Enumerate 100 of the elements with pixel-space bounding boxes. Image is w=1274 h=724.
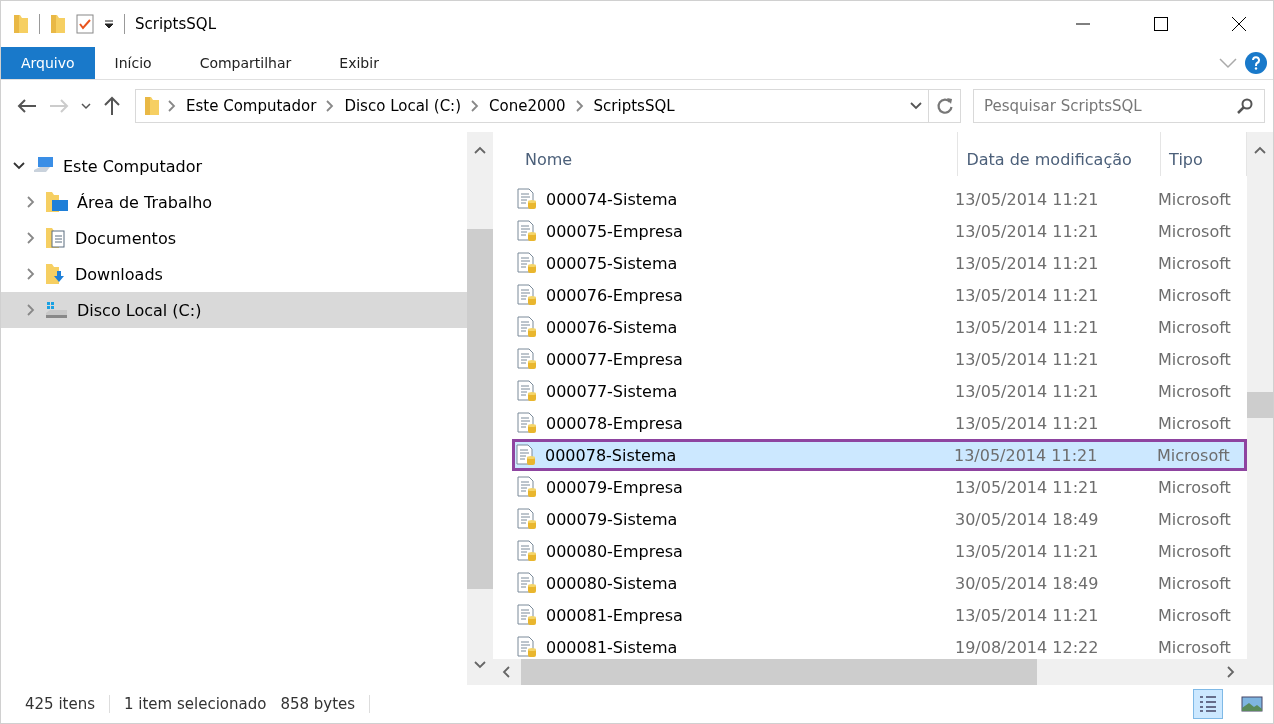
type-cell-text: Microsoft: [1158, 189, 1232, 209]
scrollbar-thumb[interactable]: [467, 228, 493, 589]
folder-icon: [50, 14, 66, 34]
date-cell-text: 13/05/2014 11:21: [955, 253, 1100, 273]
forward-arrow-icon: [49, 98, 69, 114]
date-cell-text: 13/05/2014 11:21: [955, 541, 1100, 561]
selection-count: 1 item selecionado: [124, 695, 267, 713]
nav-tree-item[interactable]: Downloads: [1, 256, 467, 292]
file-row[interactable]: 000081-Empresa 13/05/2014 11:21 Microsoft: [513, 599, 1247, 631]
breadcrumb-link[interactable]: Cone2000: [487, 97, 568, 115]
date-cell-text: 19/08/2014 12:22: [955, 637, 1100, 657]
file-row[interactable]: 000078-Sistema 13/05/2014 11:21 Microsoft: [512, 439, 1247, 471]
date-cell-text: 13/05/2014 11:21: [955, 381, 1100, 401]
details-list-icon: [1198, 695, 1218, 713]
file-name: 000078-Sistema: [545, 445, 677, 465]
type-cell-text: Microsoft: [1158, 509, 1232, 529]
dropdown-arrow-icon[interactable]: [104, 20, 114, 28]
date-cell-text: 13/05/2014 11:21: [955, 221, 1100, 241]
nav-scrollbar[interactable]: [467, 132, 493, 685]
checklist-icon[interactable]: [76, 14, 94, 34]
date-cell-text: 13/05/2014 11:21: [955, 189, 1100, 209]
file-name: 000079-Empresa: [546, 477, 683, 497]
breadcrumb-chevron-icon[interactable]: [469, 100, 481, 112]
list-scrollbar[interactable]: [1247, 132, 1273, 659]
expand-chevron-icon[interactable]: [13, 160, 25, 172]
file-name: 000076-Empresa: [546, 285, 683, 305]
scroll-right-icon[interactable]: [1225, 665, 1237, 678]
horizontal-scrollbar[interactable]: [493, 659, 1273, 685]
file-name: 000075-Sistema: [546, 253, 678, 273]
date-cell-text: 13/05/2014 11:21: [955, 605, 1100, 625]
dropdown-chevron-icon[interactable]: [910, 100, 922, 112]
scrollbar-thumb[interactable]: [521, 659, 1037, 685]
scroll-left-icon[interactable]: [501, 665, 513, 678]
file-row[interactable]: 000077-Empresa 13/05/2014 11:21 Microsoft: [513, 343, 1247, 375]
window-title: ScriptsSQL: [135, 15, 216, 33]
sql-file-icon: [516, 188, 538, 210]
documents-folder-icon: [45, 227, 67, 249]
nav-tree-item[interactable]: Este Computador: [1, 148, 467, 184]
type-cell-text: Microsoft: [1158, 381, 1232, 401]
type-cell-text: Microsoft: [1158, 221, 1232, 241]
maximize-icon: [1153, 16, 1169, 32]
file-row[interactable]: 000079-Sistema 30/05/2014 18:49 Microsoft: [513, 503, 1247, 535]
chevron-down-icon: [81, 102, 91, 110]
sql-file-icon: [516, 316, 538, 338]
file-name: 000079-Sistema: [546, 509, 678, 529]
file-name: 000077-Empresa: [546, 349, 683, 369]
search-field[interactable]: Pesquisar ScriptsSQL: [973, 89, 1265, 123]
file-name: 000078-Empresa: [546, 413, 683, 433]
type-cell-text: Microsoft: [1158, 477, 1232, 497]
breadcrumb-chevron-icon[interactable]: [573, 100, 586, 112]
breadcrumb-link[interactable]: ScriptsSQL: [591, 97, 677, 115]
file-row[interactable]: 000078-Empresa 13/05/2014 11:21 Microsoft: [513, 407, 1247, 439]
file-row[interactable]: 000075-Empresa 13/05/2014 11:21 Microsoft: [513, 215, 1247, 247]
sql-file-icon: [516, 412, 538, 434]
file-row[interactable]: 000080-Empresa 13/05/2014 11:21 Microsoft: [513, 535, 1247, 567]
nav-tree-item[interactable]: Disco Local (C:): [1, 292, 467, 328]
sql-file-icon: [516, 540, 538, 562]
ribbon-tab[interactable]: Arquivo: [1, 47, 95, 79]
scroll-down-icon[interactable]: [474, 659, 486, 671]
scrollbar-thumb[interactable]: [1247, 392, 1273, 418]
folder-icon: [13, 14, 29, 34]
sql-file-icon: [516, 604, 538, 626]
file-row[interactable]: 000079-Empresa 13/05/2014 11:21 Microsoft: [513, 471, 1247, 503]
file-row[interactable]: 000081-Sistema 19/08/2014 12:22 Microsoft: [513, 631, 1247, 663]
file-row[interactable]: 000076-Sistema 13/05/2014 11:21 Microsoft: [513, 311, 1247, 343]
help-icon[interactable]: [1245, 52, 1267, 74]
breadcrumb-link[interactable]: Disco Local (C:): [342, 97, 463, 115]
minimize-icon: [1075, 23, 1091, 25]
date-cell-text: 13/05/2014 11:21: [955, 413, 1100, 433]
column-header[interactable]: Data de modificação: [958, 132, 1162, 176]
breadcrumb-chevron-icon[interactable]: [166, 100, 178, 112]
ribbon-tab[interactable]: Compartilhar: [179, 47, 312, 79]
type-cell-text: Microsoft: [1158, 605, 1232, 625]
details-view-button[interactable]: [1193, 689, 1223, 719]
item-count: 425 itens: [25, 695, 95, 713]
file-name: 000074-Sistema: [546, 189, 678, 209]
type-cell-text: Microsoft: [1158, 413, 1232, 433]
type-cell-text: Microsoft: [1158, 637, 1232, 657]
file-row[interactable]: 000074-Sistema 13/05/2014 11:21 Microsoft: [513, 183, 1247, 215]
chevron-down-icon[interactable]: [1219, 57, 1237, 69]
type-cell-text: Microsoft: [1158, 317, 1232, 337]
file-row[interactable]: 000075-Sistema 13/05/2014 11:21 Microsoft: [513, 247, 1247, 279]
sql-file-icon: [516, 572, 538, 594]
file-name: 000076-Sistema: [546, 317, 678, 337]
nav-tree-item[interactable]: Área de Trabalho: [1, 184, 467, 220]
file-name: 000080-Sistema: [546, 573, 678, 593]
sql-file-icon: [516, 220, 538, 242]
breadcrumb-link[interactable]: Este Computador: [184, 97, 319, 115]
file-row[interactable]: 000077-Sistema 13/05/2014 11:21 Microsoft: [513, 375, 1247, 407]
address-bar[interactable]: Este Computador Disco Local (C:) Cone2000 ScriptsSQL: [135, 89, 961, 123]
sql-file-icon: [516, 476, 538, 498]
column-header[interactable]: Nome: [493, 132, 959, 176]
ribbon-tab[interactable]: Início: [94, 47, 172, 79]
search-icon: [1237, 98, 1253, 114]
sql-file-icon: [516, 284, 538, 306]
file-row[interactable]: 000080-Sistema 30/05/2014 18:49 Microsoft: [513, 567, 1247, 599]
nav-tree-item[interactable]: Documentos: [1, 220, 467, 256]
file-name: 000075-Empresa: [546, 221, 683, 241]
file-row[interactable]: 000076-Empresa 13/05/2014 11:21 Microsoft: [513, 279, 1247, 311]
ribbon-tab[interactable]: Exibir: [319, 47, 399, 79]
